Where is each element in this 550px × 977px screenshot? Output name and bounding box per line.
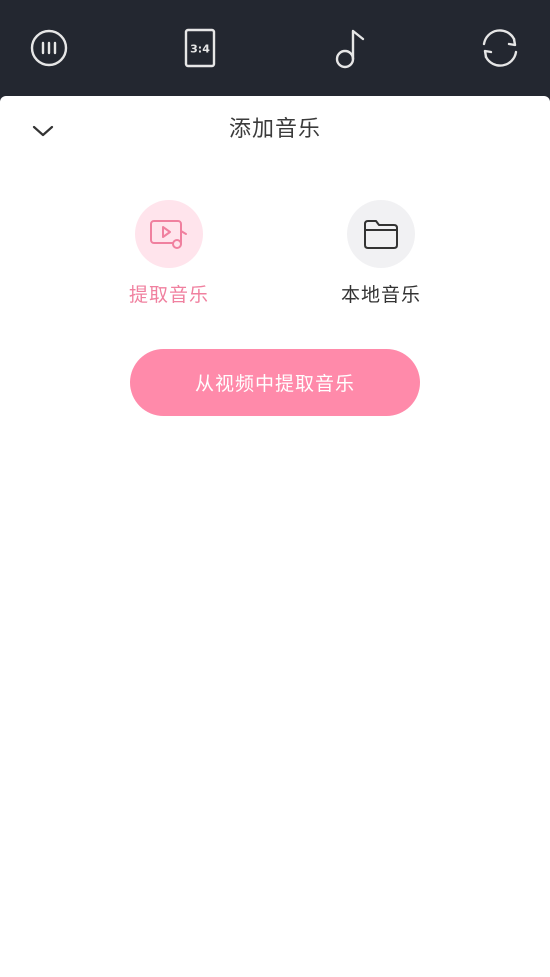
- video-music-icon: [135, 200, 203, 268]
- add-music-sheet: 添加音乐 提取音乐 本地音乐 从视频中提取音乐: [0, 96, 550, 977]
- option-label: 提取音乐: [128, 284, 209, 306]
- menu-circle-icon[interactable]: [27, 26, 71, 70]
- folder-icon: [347, 200, 415, 268]
- option-label: 本地音乐: [340, 284, 421, 306]
- top-toolbar: 3:4: [0, 0, 550, 96]
- extract-from-video-button[interactable]: 从视频中提取音乐: [130, 349, 420, 416]
- option-extract-music[interactable]: 提取音乐: [89, 200, 249, 308]
- refresh-icon[interactable]: [478, 26, 522, 70]
- aspect-ratio-icon[interactable]: 3:4: [178, 26, 222, 70]
- music-note-icon[interactable]: [328, 26, 372, 70]
- aspect-ratio-text: 3:4: [190, 43, 210, 56]
- sheet-title: 添加音乐: [228, 117, 321, 142]
- option-local-music[interactable]: 本地音乐: [301, 200, 461, 308]
